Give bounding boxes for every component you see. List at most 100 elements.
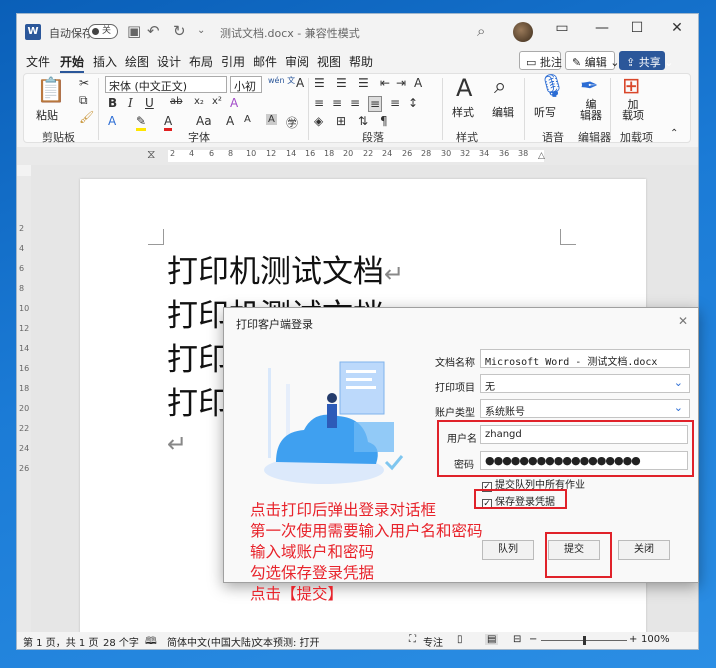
- char-border-icon[interactable]: A: [296, 76, 304, 90]
- proofing-icon[interactable]: 🕮: [145, 634, 157, 649]
- char-shading-icon[interactable]: A: [266, 114, 277, 125]
- focus-icon[interactable]: ⛶: [409, 634, 416, 645]
- redo-icon[interactable]: ↻: [173, 22, 186, 40]
- format-painter-icon[interactable]: 🖌: [79, 110, 94, 124]
- tab-insert[interactable]: 插入: [93, 53, 117, 70]
- avatar[interactable]: [513, 22, 533, 42]
- collapse-ribbon-icon[interactable]: ⌃: [670, 128, 678, 139]
- align-center-icon[interactable]: ≡: [332, 96, 342, 110]
- addins-button[interactable]: 加 载项: [622, 99, 644, 121]
- tab-home[interactable]: 开始: [60, 53, 85, 74]
- increase-indent-icon[interactable]: ⇥: [396, 76, 406, 90]
- microphone-icon[interactable]: 🎙: [538, 74, 566, 99]
- bold-icon[interactable]: B: [108, 96, 117, 110]
- print-layout-icon[interactable]: ▤: [485, 634, 499, 645]
- shading-icon[interactable]: ◈: [314, 114, 323, 128]
- right-indent-icon[interactable]: △: [538, 151, 545, 161]
- indent-marker-icon[interactable]: ⧖: [147, 147, 155, 162]
- maximize-icon[interactable]: ☐: [622, 20, 652, 36]
- account-type-select[interactable]: 系统账号 ⌄: [480, 399, 690, 418]
- tab-mailings[interactable]: 邮件: [253, 53, 277, 70]
- subscript-icon[interactable]: x₂: [194, 96, 204, 107]
- editing-button[interactable]: ✎ 编辑 ⌄: [565, 51, 619, 70]
- tab-draw[interactable]: 绘图: [125, 53, 149, 70]
- bullets-icon[interactable]: ☰: [314, 76, 325, 90]
- justify-icon[interactable]: ≡: [368, 96, 383, 112]
- superscript-icon[interactable]: x²: [212, 96, 222, 107]
- more-commands-icon[interactable]: ⌄: [197, 25, 205, 36]
- font-size-select[interactable]: 小初: [230, 76, 262, 93]
- enclose-char-icon[interactable]: ㊫: [286, 114, 298, 131]
- strikethrough-icon[interactable]: ab: [170, 96, 182, 107]
- ribbon-display-icon[interactable]: ▭: [547, 20, 577, 36]
- ruler-number: 12: [19, 324, 30, 333]
- zoom-in-icon[interactable]: +: [629, 634, 637, 645]
- font-color-icon[interactable]: A: [164, 114, 173, 131]
- autosave-label: 自动保存: [49, 27, 93, 40]
- align-right-icon[interactable]: ≡: [350, 96, 360, 110]
- cut-icon[interactable]: ✂: [79, 76, 89, 90]
- zoom-thumb[interactable]: [583, 636, 586, 645]
- align-left-icon[interactable]: ≡: [314, 96, 324, 110]
- styles-button[interactable]: 样式: [452, 104, 474, 120]
- editor-button[interactable]: 编 辑器: [580, 99, 602, 121]
- save-icon[interactable]: ▣: [127, 22, 141, 40]
- zoom-level[interactable]: 100%: [641, 634, 670, 645]
- web-layout-icon[interactable]: ⊟: [513, 634, 521, 645]
- tab-review[interactable]: 审阅: [285, 53, 309, 70]
- read-mode-icon[interactable]: ▯: [457, 634, 463, 645]
- paste-button[interactable]: 粘贴: [36, 107, 58, 123]
- distributed-icon[interactable]: ≡: [390, 96, 400, 110]
- undo-icon[interactable]: ↶: [147, 22, 160, 40]
- tab-layout[interactable]: 布局: [189, 53, 213, 70]
- dialog-close-icon[interactable]: ✕: [678, 314, 688, 328]
- line-spacing-icon[interactable]: ↕: [408, 96, 418, 110]
- decrease-indent-icon[interactable]: ⇤: [380, 76, 390, 90]
- styles-icon[interactable]: A: [456, 74, 472, 102]
- tab-design[interactable]: 设计: [157, 53, 181, 70]
- clear-format-icon[interactable]: A: [230, 96, 238, 110]
- grow-font-icon[interactable]: A: [226, 114, 234, 128]
- share-button[interactable]: ⇪ 共享 ⌄: [619, 51, 673, 70]
- page-count[interactable]: 第 1 页，共 1 页: [23, 634, 98, 649]
- language[interactable]: 简体中文(中国大陆): [167, 634, 255, 649]
- sort-icon[interactable]: ⇅: [358, 114, 368, 128]
- borders-icon[interactable]: ⊞: [336, 114, 346, 128]
- tab-view[interactable]: 视图: [317, 53, 341, 70]
- queue-button[interactable]: 队列: [482, 540, 534, 560]
- font-name-select[interactable]: 宋体 (中文正文): [105, 76, 227, 93]
- tab-file[interactable]: 文件: [26, 53, 50, 70]
- minimize-icon[interactable]: —: [587, 20, 617, 36]
- close-icon[interactable]: ✕: [662, 20, 692, 36]
- dictate-button[interactable]: 听写: [534, 104, 556, 120]
- text-prediction[interactable]: 文本预测: 打开: [253, 634, 320, 649]
- focus-mode[interactable]: 专注: [423, 634, 443, 649]
- zoom-out-icon[interactable]: −: [529, 634, 537, 645]
- numbering-icon[interactable]: ☰: [336, 76, 347, 90]
- tab-help[interactable]: 帮助: [349, 53, 373, 70]
- highlight-icon[interactable]: ✎: [136, 114, 147, 131]
- word-count[interactable]: 28 个字: [103, 634, 139, 649]
- ruler-number: 18: [19, 384, 30, 393]
- search-icon[interactable]: ⌕: [477, 22, 485, 40]
- text-effects-icon[interactable]: A: [108, 114, 116, 128]
- italic-icon[interactable]: I: [128, 96, 133, 110]
- addins-icon[interactable]: ⊞: [622, 74, 640, 99]
- copy-icon[interactable]: ⧉: [79, 93, 88, 108]
- phonetic-guide-button[interactable]: wén 文: [268, 75, 295, 86]
- print-item-select[interactable]: 无 ⌄: [480, 374, 690, 393]
- change-case-icon[interactable]: Aa: [196, 114, 212, 128]
- editor-icon[interactable]: ✒: [580, 74, 598, 99]
- comments-button[interactable]: ▭ 批注: [519, 51, 562, 70]
- underline-icon[interactable]: U: [145, 96, 154, 110]
- chinese-layout-icon[interactable]: A: [414, 76, 422, 90]
- autosave-toggle[interactable]: 关: [88, 24, 118, 39]
- tab-references[interactable]: 引用: [221, 53, 245, 70]
- show-marks-icon[interactable]: ¶: [380, 114, 388, 128]
- close-button[interactable]: 关闭: [618, 540, 670, 560]
- paste-icon[interactable]: 📋: [36, 76, 66, 104]
- edit-button[interactable]: 编辑: [492, 104, 514, 120]
- multilevel-list-icon[interactable]: ☰: [358, 76, 369, 90]
- find-icon[interactable]: ⌕: [494, 74, 506, 99]
- shrink-font-icon[interactable]: A: [244, 114, 251, 125]
